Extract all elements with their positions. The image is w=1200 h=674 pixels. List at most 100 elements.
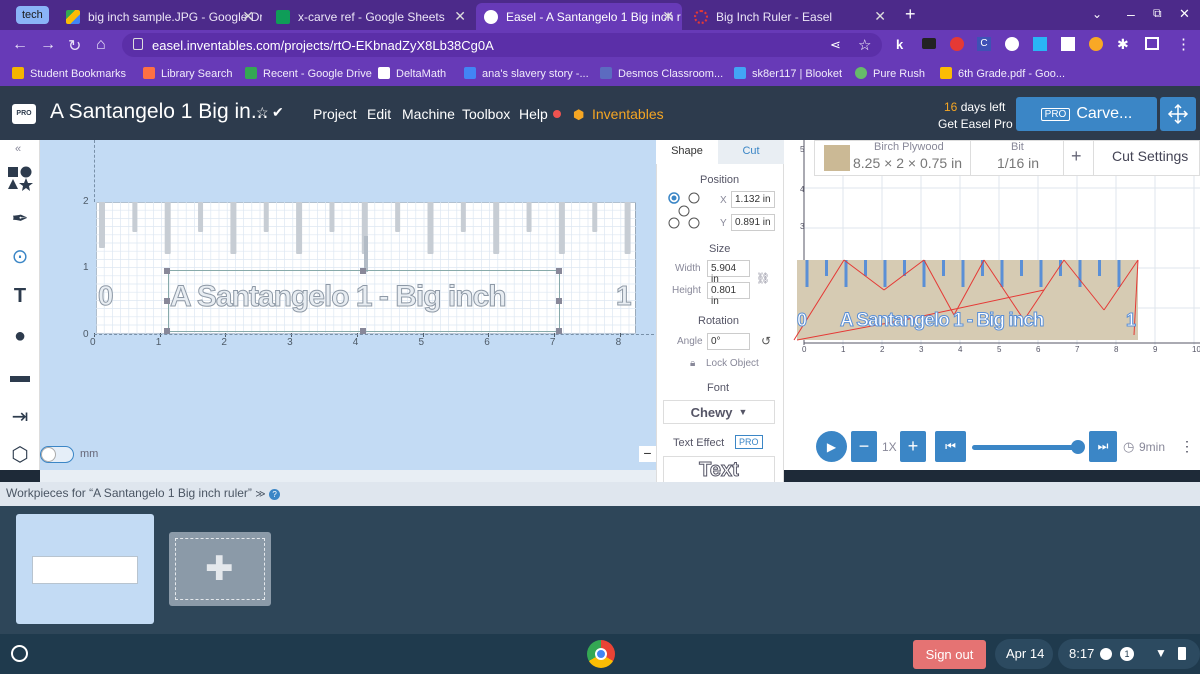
angle-input[interactable]: 0° (707, 333, 750, 350)
forward-icon[interactable]: → (40, 36, 56, 54)
height-input[interactable]: 0.801 in (707, 282, 750, 307)
preview-menu-icon[interactable]: ⋮ (1180, 438, 1194, 455)
pen-tool-icon[interactable]: ✒ (6, 204, 34, 232)
side-panel-icon[interactable] (1145, 37, 1159, 50)
bookmark-6th-grade-pdf[interactable]: 6th Grade.pdf - Goo... (940, 67, 1065, 80)
extension-k-icon[interactable]: k (896, 37, 903, 52)
project-title[interactable]: A Santangelo 1 Big in... (50, 100, 268, 124)
help-icon[interactable]: ? (269, 489, 281, 500)
design-ruler-text[interactable]: A Santangelo 1 - Big inch (170, 280, 558, 314)
chrome-menu-icon[interactable]: ⋮ (1176, 35, 1191, 53)
tab-cut[interactable]: Cut (718, 140, 784, 164)
favorite-star-icon[interactable]: ☆ (256, 104, 269, 121)
point-tool-icon[interactable]: ⊙ (6, 242, 34, 270)
menu-help[interactable]: Help (519, 106, 548, 122)
bookmark-pure-rush[interactable]: Pure Rush (855, 67, 925, 80)
3d-box-icon[interactable]: ⬡ (6, 440, 34, 468)
launcher-icon[interactable] (11, 645, 28, 662)
carve-button[interactable]: PRO Carve... (1016, 97, 1157, 131)
bookmark-google-drive[interactable]: Recent - Google Drive (245, 67, 372, 80)
extension-window-icon[interactable] (1033, 37, 1047, 51)
window-close-icon[interactable]: ✕ (1179, 6, 1190, 22)
font-select[interactable]: Chewy ▼ (663, 400, 775, 424)
design-one-label[interactable]: 1 (616, 280, 633, 312)
extension-circle-icon[interactable] (950, 37, 964, 51)
back-icon[interactable]: ← (12, 36, 28, 54)
move-machine-button[interactable] (1160, 97, 1196, 131)
extension-square-icon[interactable] (1061, 37, 1075, 51)
x-position-input[interactable]: 1.132 in (731, 191, 775, 208)
extensions-puzzle-icon[interactable]: ✱ (1117, 36, 1129, 53)
home-icon[interactable]: ⌂ (96, 36, 106, 54)
reload-icon[interactable]: ↻ (68, 36, 81, 56)
lock-object-label[interactable]: Lock Object (706, 358, 759, 369)
extension-c-icon[interactable]: C (977, 37, 991, 51)
collapse-icon[interactable]: ≫ (255, 489, 265, 500)
bookmark-deltamath[interactable]: DeltaMath (378, 67, 446, 80)
tab-big-inch-ruler[interactable]: Big Inch Ruler - Easel ✕ (686, 3, 894, 30)
menu-machine[interactable]: Machine (402, 106, 455, 122)
extension-x-icon[interactable] (1089, 37, 1103, 51)
link-proportions-icon[interactable]: ⛓ (756, 272, 770, 285)
slower-button[interactable]: − (851, 431, 877, 462)
parts-lego-icon[interactable]: ▬ (6, 362, 34, 390)
inventables-logo-icon[interactable]: ⬢ (573, 107, 584, 123)
inventables-link[interactable]: Inventables (592, 106, 664, 122)
menu-project[interactable]: Project (313, 106, 357, 122)
text-effect-button[interactable]: Text (663, 456, 775, 484)
menu-edit[interactable]: Edit (367, 106, 391, 122)
url-text[interactable]: easel.inventables.com/projects/rtO-EKbna… (152, 38, 494, 53)
play-button[interactable]: ▶ (816, 431, 847, 462)
reset-rotation-icon[interactable]: ↺ (761, 334, 771, 348)
tab-search-icon[interactable]: ⌄ (1092, 7, 1102, 21)
material-dimensions[interactable]: 8.25 × 2 × 0.75 in (853, 155, 962, 171)
bit-size[interactable]: 1/16 in (997, 155, 1039, 171)
tab-shape[interactable]: Shape (656, 140, 718, 164)
bit-label[interactable]: Bit (1011, 141, 1024, 153)
easel-logo-icon[interactable]: PRO (12, 104, 36, 124)
bookmark-blooket[interactable]: sk8er117 | Blooket (734, 67, 842, 80)
chrome-icon[interactable] (587, 640, 615, 668)
sign-out-button[interactable]: Sign out (913, 640, 986, 669)
apps-apple-icon[interactable]: ● (6, 322, 34, 350)
site-info-icon[interactable] (133, 38, 143, 50)
text-tool-icon[interactable]: T (6, 282, 34, 310)
shapes-icon[interactable] (6, 164, 34, 192)
progress-slider[interactable] (972, 445, 1080, 450)
bookmark-slavery-story[interactable]: ana's slavery story -... (464, 67, 589, 80)
skip-end-button[interactable]: ⏭ (1089, 431, 1117, 462)
workpiece-thumbnail[interactable] (16, 514, 154, 624)
cut-settings-button[interactable]: Cut Settings (1112, 148, 1188, 164)
tab-group-chip[interactable]: tech (16, 6, 49, 24)
maximize-icon[interactable]: ⧉ (1153, 6, 1162, 21)
resize-handle[interactable] (556, 268, 562, 274)
y-position-input[interactable]: 0.891 in (731, 214, 775, 231)
skip-start-button[interactable]: ⏮ (935, 431, 966, 462)
add-bit-button[interactable]: + (1071, 146, 1082, 167)
faster-button[interactable]: + (900, 431, 926, 462)
resize-handle[interactable] (360, 268, 366, 274)
extension-monitor-icon[interactable] (922, 38, 936, 49)
tab-google-drive[interactable]: big inch sample.JPG - Google Dr ✕ (58, 3, 262, 30)
close-icon[interactable]: ✕ (242, 8, 254, 25)
bookmark-desmos[interactable]: Desmos Classroom... (600, 67, 723, 80)
close-icon[interactable]: ✕ (874, 8, 886, 25)
new-tab-button[interactable]: + (905, 4, 916, 25)
share-icon[interactable]: ⋖ (830, 37, 841, 53)
material-name[interactable]: Birch Plywood (874, 141, 944, 153)
close-icon[interactable]: ✕ (662, 8, 674, 25)
bookmark-star-icon[interactable]: ☆ (858, 36, 871, 54)
width-input[interactable]: 5.904 in (707, 260, 750, 285)
add-workpiece-button[interactable]: ✚ (169, 532, 271, 606)
menu-toolbox[interactable]: Toolbox (462, 106, 510, 122)
bookmark-library-search[interactable]: Library Search (143, 67, 233, 80)
close-icon[interactable]: ✕ (454, 8, 466, 25)
tab-easel-active[interactable]: Easel - A Santangelo 1 Big inch r ✕ (476, 3, 682, 30)
resize-handle[interactable] (164, 268, 170, 274)
slider-handle[interactable] (1071, 440, 1085, 454)
design-zero-label[interactable]: 0 (98, 280, 115, 312)
import-icon[interactable]: ⇥ (6, 402, 34, 430)
minimize-icon[interactable]: – (1127, 6, 1135, 22)
units-toggle[interactable] (40, 446, 74, 463)
extension-shield-icon[interactable] (1005, 37, 1019, 51)
